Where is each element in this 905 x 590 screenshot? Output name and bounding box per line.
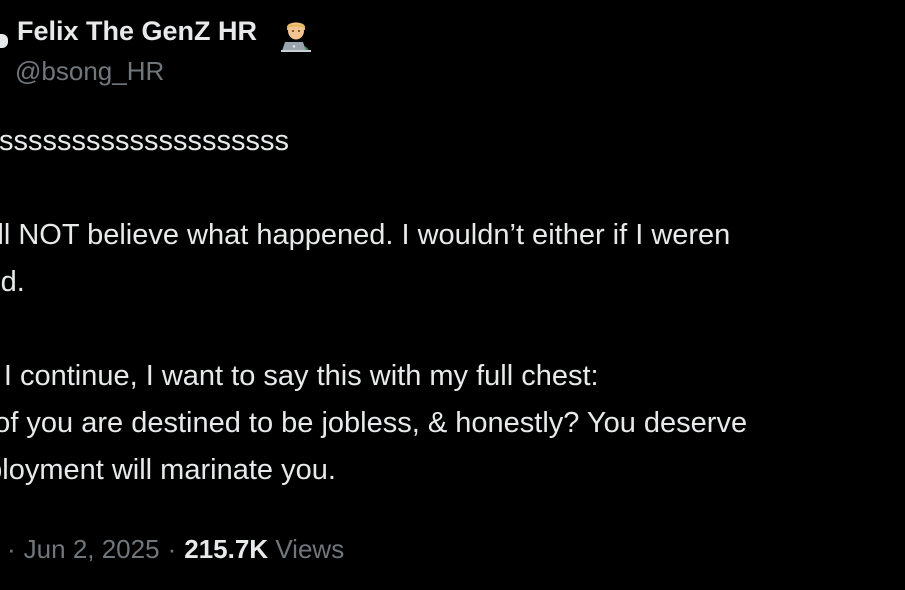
tweet-meta: AM·Jun 2, 2025·215.7K Views	[0, 534, 344, 565]
tweet-line: ssssssssssssssssssssss	[0, 125, 289, 157]
meta-separator: ·	[167, 534, 177, 564]
views-label: Views	[275, 534, 345, 564]
meta-separator: ·	[7, 534, 16, 564]
tweet-line: will NOT believe what happened. I wouldn…	[0, 219, 731, 251]
man-technologist-emoji-icon	[281, 22, 311, 52]
tweet-author[interactable]: Felix The GenZ HR @bsong_HR	[0, 12, 905, 92]
tweet-date-link[interactable]: Jun 2, 2025	[24, 534, 160, 564]
author-handle[interactable]: @bsong_HR	[15, 56, 164, 87]
tweet-text: ssssssssssssssssssssss will NOT believe …	[0, 118, 905, 494]
tweet-line: ved.	[0, 266, 25, 298]
views-count[interactable]: 215.7K	[184, 534, 268, 564]
tweet-line: e of you are destined to be jobless, & h…	[0, 407, 748, 439]
author-display-name[interactable]: Felix The GenZ HR	[17, 16, 257, 47]
tweet-line: re I continue, I want to say this with m…	[0, 360, 599, 392]
avatar[interactable]	[0, 34, 8, 48]
tweet-line: nployment will marinate you.	[0, 454, 336, 486]
